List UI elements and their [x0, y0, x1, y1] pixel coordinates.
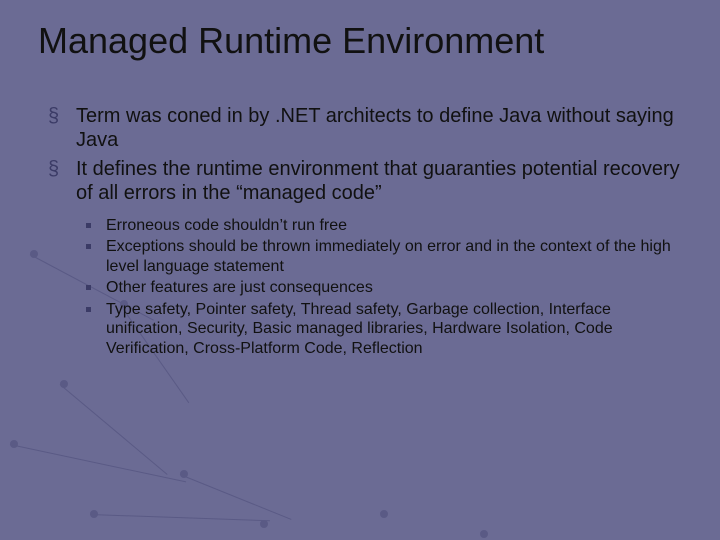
sub-bullet-list: Erroneous code shouldn’t run free Except… [30, 216, 690, 359]
sub-bullet: Erroneous code shouldn’t run free [82, 216, 690, 236]
slide-title: Managed Runtime Environment [38, 20, 690, 62]
main-bullet: It defines the runtime environment that … [48, 157, 690, 206]
sub-bullet: Exceptions should be thrown immediately … [82, 237, 690, 276]
sub-bullet: Other features are just consequences [82, 278, 690, 298]
main-bullet-list: Term was coned in by .NET architects to … [30, 104, 690, 206]
slide-content: Managed Runtime Environment Term was con… [0, 0, 720, 540]
main-bullet: Term was coned in by .NET architects to … [48, 104, 690, 153]
sub-bullet: Type safety, Pointer safety, Thread safe… [82, 300, 690, 359]
